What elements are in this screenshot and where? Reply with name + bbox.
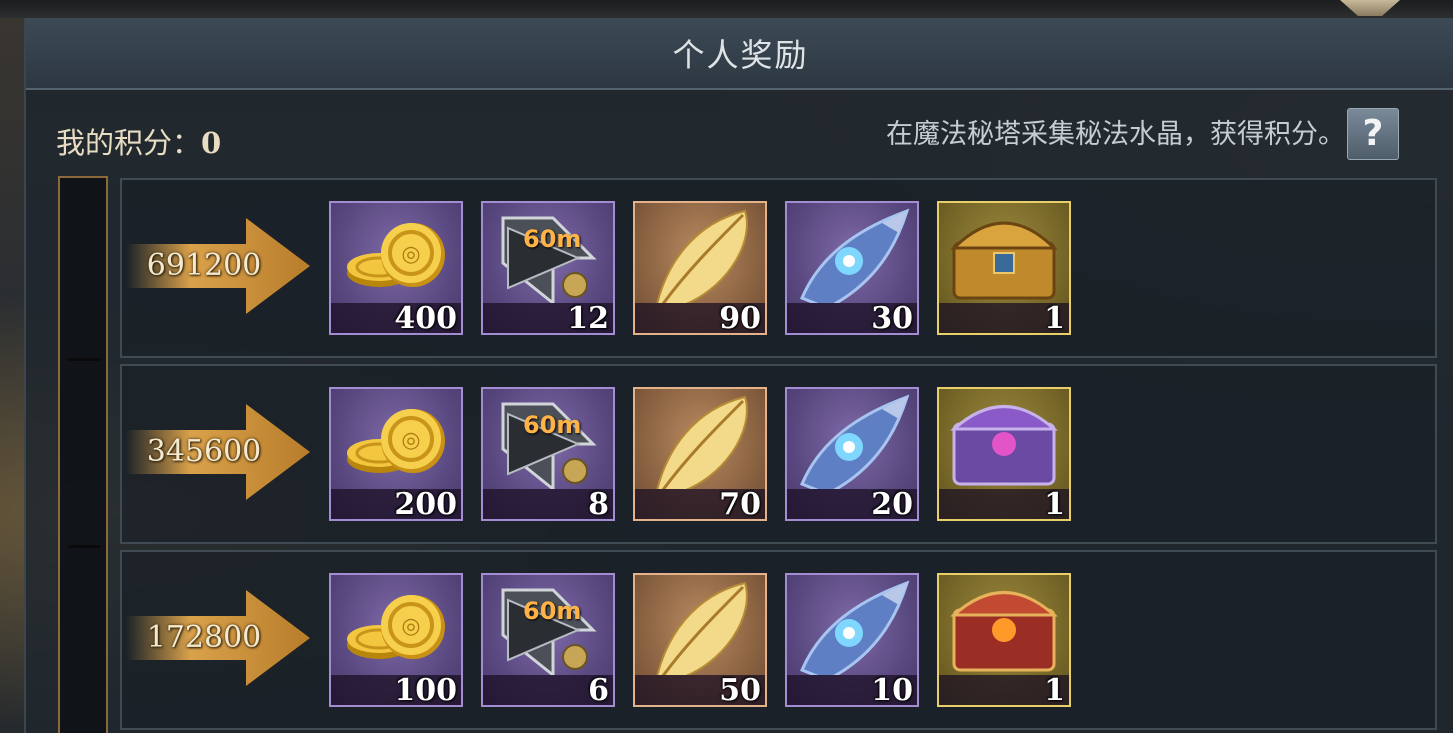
reward-item[interactable]: 1: [937, 387, 1071, 521]
tier-threshold-arrow: 691200: [126, 216, 310, 316]
golden-feather-icon: [635, 575, 765, 687]
reward-item[interactable]: 20: [785, 387, 919, 521]
speedup-60m-icon: [483, 389, 613, 493]
top-frame: [0, 0, 1453, 18]
reward-item[interactable]: 60m 6: [481, 573, 615, 707]
tier-points: 345600: [146, 434, 262, 469]
score-label: 我的积分：: [56, 126, 202, 160]
tier-points: 172800: [146, 620, 262, 655]
score-progress-bar: [58, 176, 108, 733]
reward-item[interactable]: 30: [785, 201, 919, 335]
crystal-horn-icon: [787, 389, 917, 496]
reward-item[interactable]: 60m 8: [481, 387, 615, 521]
my-score: 我的积分：0: [56, 120, 221, 162]
svg-text:◎: ◎: [401, 614, 420, 639]
item-quantity: 1: [1044, 673, 1065, 707]
reward-tier: 172800 ◎ 100 60m 6 50 10 1: [120, 550, 1437, 730]
crystal-horn-icon: [787, 575, 917, 682]
duration-badge: 60m: [523, 597, 582, 625]
reward-item[interactable]: 90: [633, 201, 767, 335]
score-value: 0: [201, 126, 222, 160]
item-quantity: 30: [871, 301, 913, 335]
svg-text:◎: ◎: [401, 242, 420, 267]
reward-item[interactable]: ◎ 400: [329, 201, 463, 335]
speedup-60m-icon: [483, 203, 613, 307]
item-quantity: 8: [588, 487, 609, 521]
red-chest-icon: [939, 575, 1069, 675]
reward-item[interactable]: 70: [633, 387, 767, 521]
item-quantity: 70: [719, 487, 761, 521]
hint-text: 在魔法秘塔采集秘法水晶，获得积分。: [886, 119, 1345, 150]
reward-item[interactable]: 10: [785, 573, 919, 707]
reward-item[interactable]: 50: [633, 573, 767, 707]
item-quantity: 200: [394, 487, 457, 521]
panel-title: 个人奖励: [672, 36, 809, 74]
item-quantity: 400: [394, 301, 457, 335]
item-quantity: 1: [1044, 487, 1065, 521]
reward-item[interactable]: 1: [937, 573, 1071, 707]
item-quantity: 6: [588, 673, 609, 707]
svg-text:◎: ◎: [401, 428, 420, 453]
item-quantity: 50: [719, 673, 761, 707]
gold-coins-icon: ◎: [331, 575, 461, 675]
tier-threshold-arrow: 172800: [126, 588, 310, 688]
reward-item[interactable]: 60m 12: [481, 201, 615, 335]
gold-coins-icon: ◎: [331, 389, 461, 489]
progress-tick: [68, 358, 100, 361]
crystal-horn-icon: [787, 203, 917, 310]
golden-feather-icon: [635, 203, 765, 315]
item-quantity: 90: [719, 301, 761, 335]
gold-coins-icon: ◎: [331, 203, 461, 303]
duration-badge: 60m: [523, 411, 582, 439]
rewards-panel: 个人奖励 我的积分：0 在魔法秘塔采集秘法水晶，获得积分。 ? 691200 ◎ 4…: [24, 18, 1453, 733]
reward-item[interactable]: ◎ 200: [329, 387, 463, 521]
purple-chest-icon: [939, 389, 1069, 489]
reward-item[interactable]: ◎ 100: [329, 573, 463, 707]
item-quantity: 12: [567, 301, 609, 335]
golden-chest-icon: [939, 203, 1069, 303]
duration-badge: 60m: [523, 225, 582, 253]
reward-tier: 691200 ◎ 400 60m 12 90 30 1: [120, 178, 1437, 358]
golden-feather-icon: [635, 389, 765, 501]
item-quantity: 20: [871, 487, 913, 521]
item-quantity: 10: [871, 673, 913, 707]
help-button[interactable]: ?: [1347, 108, 1399, 160]
reward-tier: 345600 ◎ 200 60m 8 70 20 1: [120, 364, 1437, 544]
title-bar: 个人奖励: [26, 18, 1453, 90]
speedup-60m-icon: [483, 575, 613, 679]
progress-tick: [68, 545, 100, 548]
tier-threshold-arrow: 345600: [126, 402, 310, 502]
reward-item[interactable]: 1: [937, 201, 1071, 335]
item-quantity: 100: [394, 673, 457, 707]
item-quantity: 1: [1044, 301, 1065, 335]
tier-points: 691200: [146, 248, 262, 283]
